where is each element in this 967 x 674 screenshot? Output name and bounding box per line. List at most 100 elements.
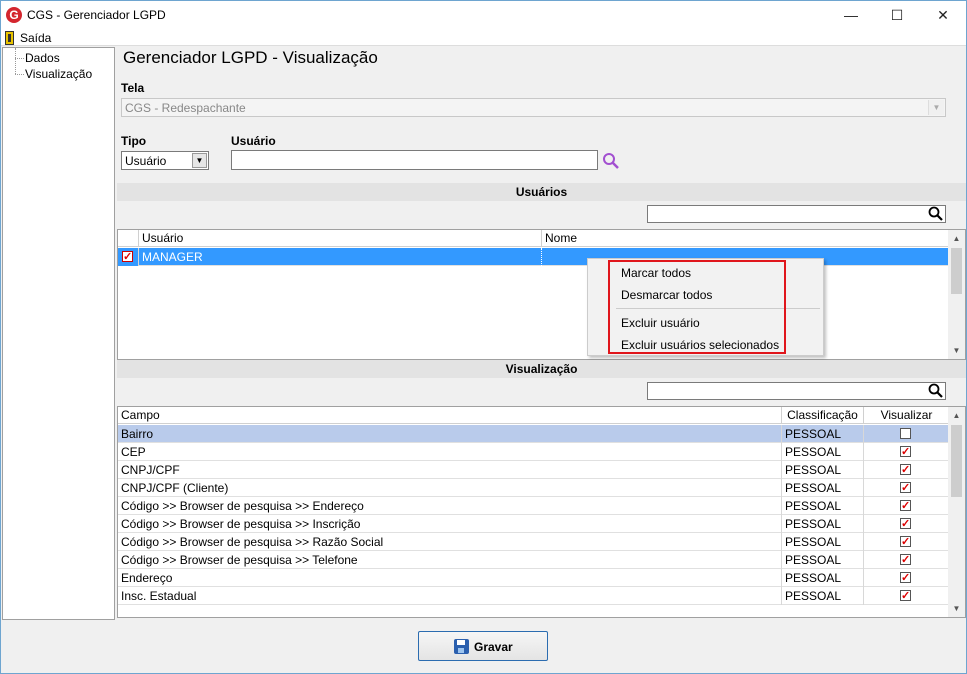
visualizar-checkbox[interactable]: [900, 443, 911, 461]
table-row[interactable]: Código >> Browser de pesquisa >> Telefon…: [118, 551, 950, 569]
table-row[interactable]: Bairro PESSOAL: [118, 425, 950, 443]
table-row[interactable]: Código >> Browser de pesquisa >> Endereç…: [118, 497, 950, 515]
table-row[interactable]: CNPJ/CPF (Cliente) PESSOAL: [118, 479, 950, 497]
search-icon[interactable]: [928, 206, 944, 222]
scroll-down-icon[interactable]: ▼: [948, 600, 965, 617]
campo-cell[interactable]: Código >> Browser de pesquisa >> Endereç…: [118, 497, 782, 515]
classificacao-cell[interactable]: PESSOAL: [782, 479, 864, 497]
table-row[interactable]: Insc. Estadual PESSOAL: [118, 587, 950, 605]
row-select-cell[interactable]: [118, 248, 139, 266]
campo-cell[interactable]: CNPJ/CPF: [118, 461, 782, 479]
save-button-label: Gravar: [474, 640, 513, 654]
tela-select-value: CGS - Redespachante: [125, 101, 246, 115]
floppy-disk-icon: [454, 639, 469, 654]
users-filter-input[interactable]: [647, 205, 946, 223]
campo-cell[interactable]: CNPJ/CPF (Cliente): [118, 479, 782, 497]
column-header-usuario[interactable]: Usuário: [139, 230, 542, 247]
table-row[interactable]: Endereço PESSOAL: [118, 569, 950, 587]
visualizar-checkbox[interactable]: [900, 479, 911, 497]
classificacao-cell[interactable]: PESSOAL: [782, 461, 864, 479]
column-header-nome[interactable]: Nome: [542, 230, 950, 247]
view-section-header: Visualização: [117, 360, 966, 378]
table-row[interactable]: MANAGER: [118, 248, 950, 266]
minimize-button[interactable]: —: [828, 1, 874, 30]
campo-cell[interactable]: Endereço: [118, 569, 782, 587]
table-row[interactable]: CNPJ/CPF PESSOAL: [118, 461, 950, 479]
classificacao-cell[interactable]: PESSOAL: [782, 497, 864, 515]
campo-cell[interactable]: CEP: [118, 443, 782, 461]
visualizar-cell[interactable]: [864, 461, 950, 479]
column-header-visualizar[interactable]: Visualizar: [864, 407, 950, 424]
classificacao-cell[interactable]: PESSOAL: [782, 551, 864, 569]
visualizar-cell[interactable]: [864, 497, 950, 515]
campo-cell[interactable]: Código >> Browser de pesquisa >> Inscriç…: [118, 515, 782, 533]
visualizar-checkbox[interactable]: [900, 428, 911, 439]
classificacao-cell[interactable]: PESSOAL: [782, 533, 864, 551]
app-logo-icon: G: [6, 7, 22, 23]
tela-label: Tela: [121, 81, 145, 95]
visualizar-cell[interactable]: [864, 515, 950, 533]
column-header-classificacao[interactable]: Classificação: [782, 407, 864, 424]
visualizar-checkbox[interactable]: [900, 515, 911, 533]
visualizar-checkbox[interactable]: [900, 587, 911, 605]
usuario-cell[interactable]: MANAGER: [139, 248, 542, 266]
visualizar-checkbox[interactable]: [900, 461, 911, 479]
scroll-down-icon[interactable]: ▼: [948, 342, 965, 359]
tipo-label: Tipo: [121, 134, 147, 148]
tree-item-visualizacao[interactable]: Visualização: [25, 67, 92, 81]
visualizar-cell[interactable]: [864, 425, 950, 443]
visualizar-checkbox[interactable]: [900, 497, 911, 515]
visualizar-cell[interactable]: [864, 443, 950, 461]
classificacao-cell[interactable]: PESSOAL: [782, 569, 864, 587]
usuario-input[interactable]: [231, 150, 598, 170]
exit-door-icon: [5, 31, 14, 45]
tree-item-dados[interactable]: Dados: [25, 51, 60, 65]
users-grid: Usuário Nome MANAGER ▲ ▼: [117, 229, 966, 360]
tela-select: CGS - Redespachante ▼: [121, 98, 946, 117]
campo-cell[interactable]: Insc. Estadual: [118, 587, 782, 605]
users-scrollbar[interactable]: ▲ ▼: [948, 230, 965, 359]
view-scrollbar[interactable]: ▲ ▼: [948, 407, 965, 617]
scroll-up-icon[interactable]: ▲: [948, 230, 965, 247]
tipo-select-value: Usuário: [125, 154, 167, 168]
visualizar-checkbox[interactable]: [900, 533, 911, 551]
table-row[interactable]: Código >> Browser de pesquisa >> Razão S…: [118, 533, 950, 551]
visualizar-cell[interactable]: [864, 479, 950, 497]
table-row[interactable]: Código >> Browser de pesquisa >> Inscriç…: [118, 515, 950, 533]
scroll-thumb[interactable]: [951, 425, 962, 497]
classificacao-cell[interactable]: PESSOAL: [782, 515, 864, 533]
campo-cell[interactable]: Bairro: [118, 425, 782, 443]
classificacao-cell[interactable]: PESSOAL: [782, 587, 864, 605]
visualizar-cell[interactable]: [864, 551, 950, 569]
menu-bar: Saída: [1, 30, 966, 46]
campo-cell[interactable]: Código >> Browser de pesquisa >> Razão S…: [118, 533, 782, 551]
campo-cell[interactable]: Código >> Browser de pesquisa >> Telefon…: [118, 551, 782, 569]
save-button[interactable]: Gravar: [418, 631, 548, 661]
navigation-tree: Dados Visualização: [2, 47, 115, 620]
classificacao-cell[interactable]: PESSOAL: [782, 425, 864, 443]
chevron-down-icon: ▼: [928, 100, 944, 115]
tipo-select[interactable]: Usuário ▼: [121, 151, 209, 170]
users-grid-header: Usuário Nome: [118, 230, 950, 247]
view-filter-input[interactable]: [647, 382, 946, 400]
table-row[interactable]: CEP PESSOAL: [118, 443, 950, 461]
chevron-down-icon[interactable]: ▼: [192, 153, 207, 168]
scroll-up-icon[interactable]: ▲: [948, 407, 965, 424]
search-icon[interactable]: [928, 383, 944, 399]
column-header-campo[interactable]: Campo: [118, 407, 782, 424]
users-section-header: Usuários: [117, 183, 966, 201]
usuario-label: Usuário: [231, 134, 276, 148]
visualizar-cell[interactable]: [864, 533, 950, 551]
select-column-header: [118, 230, 139, 247]
maximize-button[interactable]: ☐: [874, 1, 920, 30]
visualizar-cell[interactable]: [864, 587, 950, 605]
search-icon[interactable]: [602, 152, 620, 170]
visualizar-cell[interactable]: [864, 569, 950, 587]
close-button[interactable]: ✕: [920, 1, 966, 30]
classificacao-cell[interactable]: PESSOAL: [782, 443, 864, 461]
scroll-thumb[interactable]: [951, 248, 962, 294]
app-window: G CGS - Gerenciador LGPD — ☐ ✕ Saída Dad…: [0, 0, 967, 674]
row-checkbox[interactable]: [122, 248, 133, 266]
visualizar-checkbox[interactable]: [900, 569, 911, 587]
visualizar-checkbox[interactable]: [900, 551, 911, 569]
